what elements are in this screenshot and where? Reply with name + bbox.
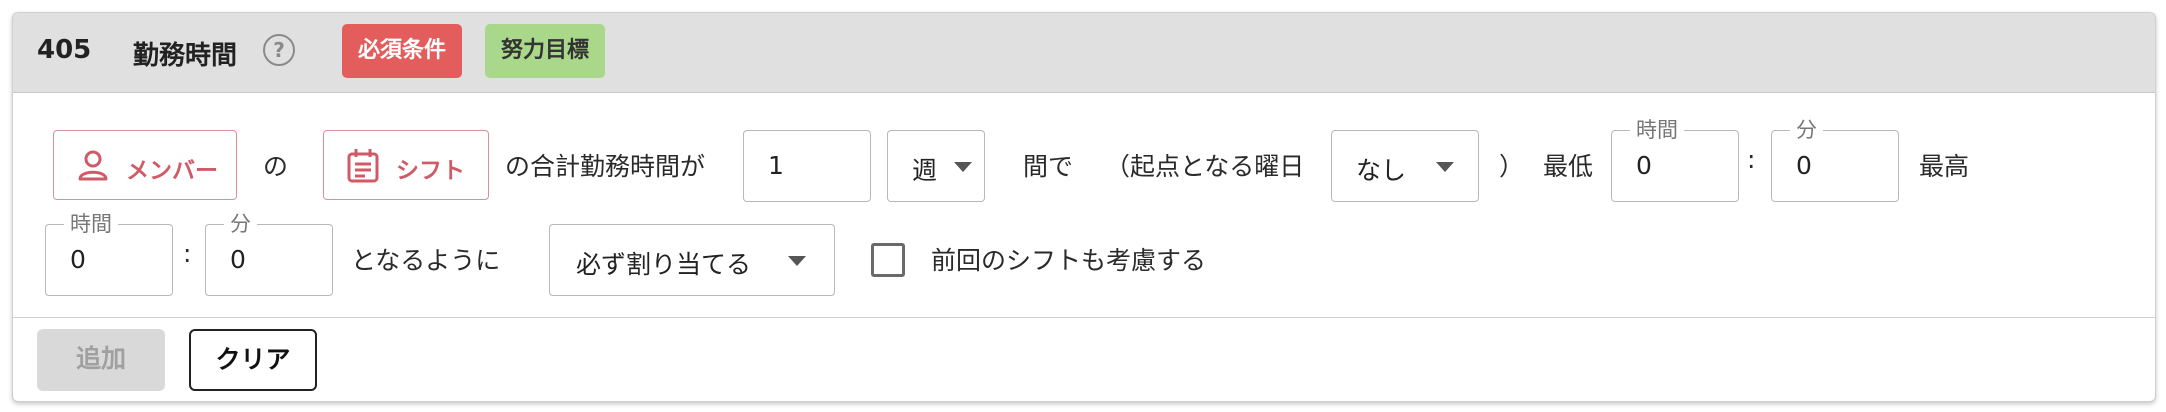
max-minutes-input[interactable]: 分 0 xyxy=(205,211,333,296)
chevron-down-icon xyxy=(1436,162,1454,172)
min-minutes-value: 0 xyxy=(1796,151,1812,180)
period-unit-value: 週 xyxy=(912,156,938,185)
add-button[interactable]: 追加 xyxy=(37,329,165,391)
text-between: 間で xyxy=(1023,152,1074,181)
min-hours-input[interactable]: 時間 0 xyxy=(1611,117,1739,202)
min-minutes-input[interactable]: 分 0 xyxy=(1771,117,1899,202)
text-start-day: （起点となる曜日 xyxy=(1105,152,1305,181)
consider-previous-checkbox[interactable] xyxy=(871,243,905,277)
clear-button[interactable]: クリア xyxy=(189,329,317,391)
shift-chip[interactable]: シフト xyxy=(323,130,489,200)
period-count-input[interactable]: 1 xyxy=(743,130,871,202)
particle-no: の xyxy=(263,152,289,181)
text-min: 最低 xyxy=(1543,152,1594,181)
max-hours-value: 0 xyxy=(70,245,86,274)
assign-mode-select[interactable]: 必ず割り当てる xyxy=(549,224,835,296)
start-day-select[interactable]: なし xyxy=(1331,130,1479,202)
rule-body: メンバー の シフト の合計勤務時間が 1 週 間で （起点となる曜日 なし ）… xyxy=(13,93,2155,318)
max-minutes-legend: 分 xyxy=(224,211,257,237)
member-chip-label: メンバー xyxy=(126,158,218,184)
shift-chip-label: シフト xyxy=(396,158,465,184)
colon-separator: : xyxy=(1747,145,1756,174)
period-unit-select[interactable]: 週 xyxy=(887,130,985,202)
member-chip[interactable]: メンバー xyxy=(53,130,237,200)
chevron-down-icon xyxy=(788,256,806,266)
help-icon[interactable]: ? xyxy=(263,34,295,66)
text-close-paren: ） xyxy=(1499,152,1525,181)
required-tag[interactable]: 必須条件 xyxy=(342,24,462,78)
max-hours-input[interactable]: 時間 0 xyxy=(45,211,173,296)
period-count-value: 1 xyxy=(768,151,784,180)
min-hours-value: 0 xyxy=(1636,151,1652,180)
rule-title: 勤務時間 xyxy=(133,41,238,71)
rule-card: 405 勤務時間 ? 必須条件 努力目標 メンバー の シフト の合計勤務時間が… xyxy=(12,12,2156,402)
rule-id: 405 xyxy=(37,35,92,65)
max-hours-legend: 時間 xyxy=(64,211,118,237)
text-total-hours: の合計勤務時間が xyxy=(505,152,706,181)
rule-header: 405 勤務時間 ? 必須条件 努力目標 xyxy=(13,13,2155,93)
effort-tag[interactable]: 努力目標 xyxy=(485,24,605,78)
consider-previous-label[interactable]: 前回のシフトも考慮する xyxy=(931,241,1206,277)
min-hours-legend: 時間 xyxy=(1630,117,1684,143)
assign-mode-value: 必ず割り当てる xyxy=(576,250,752,279)
min-minutes-legend: 分 xyxy=(1790,117,1823,143)
chevron-down-icon xyxy=(954,162,972,172)
start-day-value: なし xyxy=(1356,156,1407,185)
text-max: 最高 xyxy=(1919,152,1970,181)
text-so-that: となるように xyxy=(351,246,501,275)
calendar-icon xyxy=(346,148,380,190)
person-icon xyxy=(76,148,110,188)
colon-separator: : xyxy=(183,239,192,268)
max-minutes-value: 0 xyxy=(230,245,246,274)
